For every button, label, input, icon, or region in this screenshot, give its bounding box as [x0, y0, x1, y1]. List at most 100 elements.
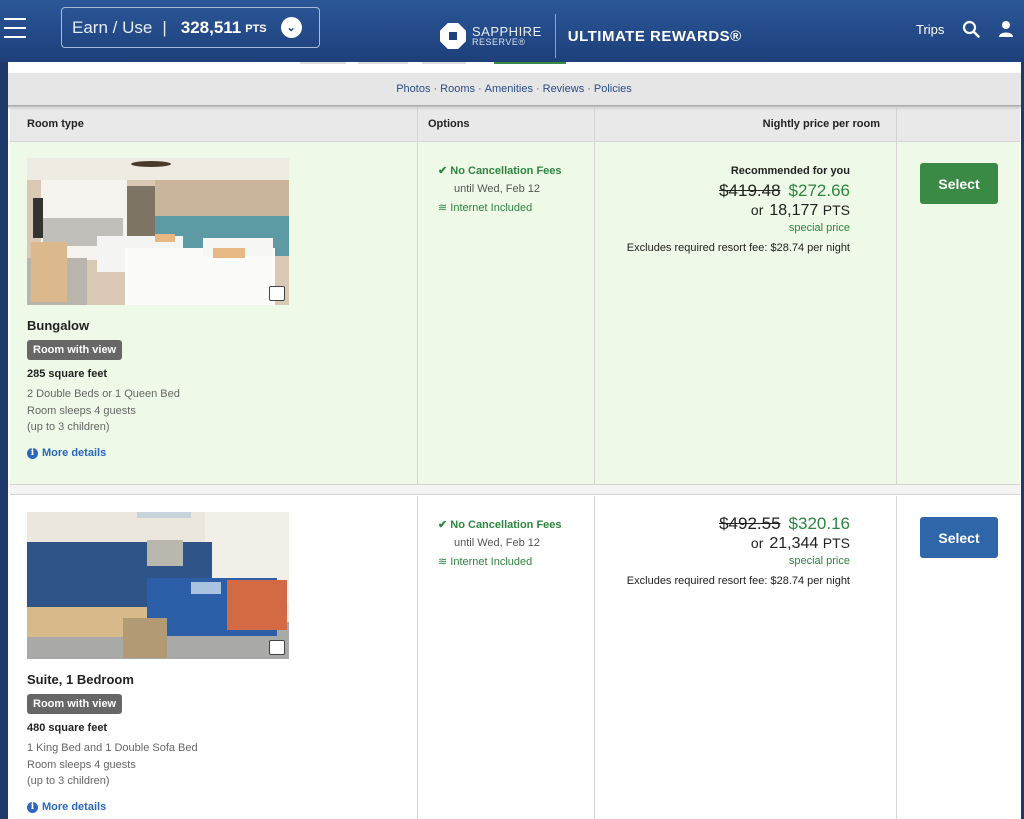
info-icon: i: [27, 447, 38, 459]
logo-divider: [554, 14, 556, 58]
subnav-photos[interactable]: Photos: [396, 83, 430, 95]
or-label: or: [750, 535, 764, 551]
select-button[interactable]: Select: [920, 163, 998, 204]
room-row: Suite, 1 Bedroom Room with view 480 squa…: [10, 496, 1020, 819]
room-description: 2 Double Beds or 1 Queen Bed Room sleeps…: [27, 386, 180, 436]
room-children: (up to 3 children): [27, 421, 110, 433]
separator: ·: [477, 83, 482, 95]
special-price-label: special price: [788, 555, 850, 567]
trips-link[interactable]: Trips: [916, 22, 944, 37]
separator: ·: [433, 83, 438, 95]
room-description: 1 King Bed and 1 Double Sofa Bed Room sl…: [27, 740, 198, 790]
menu-icon[interactable]: [4, 18, 26, 38]
cancellation-deadline: until Wed, Feb 12: [454, 537, 541, 549]
separator: ·: [535, 83, 540, 95]
room-children: (up to 3 children): [27, 775, 110, 787]
tab-remnant-active: [494, 62, 566, 64]
price-block: Recommended for you $419.48 $272.66 or 18,…: [550, 165, 850, 254]
more-details-label: More details: [42, 447, 107, 459]
room-name[interactable]: Suite, 1 Bedroom: [27, 672, 134, 687]
price-block: $492.55 $320.16 or 21,344 PTS special pric…: [550, 514, 850, 587]
checkmark-icon: ✔: [438, 519, 448, 531]
bedroom-image: [27, 158, 289, 305]
column-divider: [594, 108, 595, 141]
chase-octagon-logo: [440, 23, 466, 49]
header-options: Options: [428, 118, 470, 130]
room-size: 285 square feet: [27, 368, 108, 380]
no-cancellation-fees: ✔ No Cancellation Fees: [438, 164, 562, 177]
original-price: $419.48: [719, 181, 781, 200]
no-cancellation-label: No Cancellation Fees: [450, 519, 562, 531]
room-row: Bungalow Room with view 285 square feet …: [10, 142, 1020, 484]
subnav-rooms[interactable]: Rooms: [440, 83, 475, 95]
no-cancellation-fees: ✔ No Cancellation Fees: [438, 518, 562, 531]
no-cancellation-label: No Cancellation Fees: [450, 165, 562, 177]
info-icon: i: [27, 801, 38, 813]
resort-fee-note: Excludes required resort fee: $28.74 per…: [626, 575, 850, 587]
section-nav: Photos · Rooms · Amenities · Reviews · Policies: [8, 73, 1021, 105]
top-header: Earn / Use | 328,511 PTS ⌄ SAPPHIRE RESE…: [0, 0, 1024, 62]
discounted-price: $320.16: [788, 514, 850, 533]
header-nightly-price: Nightly price per room: [762, 118, 880, 130]
points-unit: PTS: [822, 535, 850, 551]
suite-image: [27, 512, 289, 659]
points-unit: PTS: [822, 202, 850, 218]
more-details-label: More details: [42, 801, 107, 813]
column-divider: [417, 496, 418, 819]
room-badge: Room with view: [27, 694, 123, 714]
separator: |: [162, 17, 167, 37]
internet-included: ≋ Internet Included: [438, 555, 562, 568]
program-name: ULTIMATE REWARDS®: [567, 27, 742, 45]
points-balance: 328,511: [180, 17, 242, 37]
discounted-price: $272.66: [788, 181, 850, 200]
room-sleeps: Room sleeps 4 guests: [27, 759, 136, 771]
cancellation-deadline: until Wed, Feb 12: [454, 183, 541, 195]
rooms-page: Photos · Rooms · Amenities · Reviews · Policies …: [8, 62, 1021, 819]
points-unit: PTS: [245, 23, 267, 35]
or-label: or: [750, 202, 764, 218]
more-details-link[interactable]: i More details: [27, 801, 106, 813]
chevron-down-icon[interactable]: ⌄: [280, 17, 302, 38]
earn-use-points-dropdown[interactable]: Earn / Use | 328,511 PTS ⌄: [61, 7, 320, 48]
room-beds: 2 Double Beds or 1 Queen Bed: [27, 388, 180, 400]
points-price: 21,344: [769, 535, 819, 552]
subnav-reviews[interactable]: Reviews: [543, 83, 585, 95]
column-divider: [896, 496, 897, 819]
select-button[interactable]: Select: [920, 517, 998, 558]
room-options: ✔ No Cancellation Fees until Wed, Feb 12…: [438, 164, 562, 214]
recommended-label: Recommended for you: [730, 165, 850, 177]
column-divider: [896, 108, 897, 141]
internet-label: Internet Included: [450, 202, 533, 214]
original-price: $492.55: [719, 514, 781, 533]
search-icon[interactable]: [962, 20, 980, 38]
column-divider: [417, 108, 418, 141]
internet-label: Internet Included: [450, 556, 533, 568]
points-price: 18,177: [769, 202, 819, 219]
tab-remnant: [422, 62, 466, 64]
room-photo[interactable]: [27, 512, 289, 659]
room-photo[interactable]: [27, 158, 289, 305]
room-name[interactable]: Bungalow: [27, 318, 89, 333]
header-room-type: Room type: [27, 118, 84, 130]
subnav-policies[interactable]: Policies: [594, 83, 632, 95]
more-details-link[interactable]: i More details: [27, 447, 106, 459]
table-header: Room type Options Nightly price per room: [10, 108, 1020, 142]
room-beds: 1 King Bed and 1 Double Sofa Bed: [27, 742, 198, 754]
gallery-icon[interactable]: [269, 286, 285, 301]
room-sleeps: Room sleeps 4 guests: [27, 405, 136, 417]
separator: ·: [587, 83, 591, 95]
brand-bottom-text: RESERVE®: [472, 37, 526, 47]
room-size: 480 square feet: [27, 722, 108, 734]
resort-fee-note: Excludes required resort fee: $28.74 per…: [626, 242, 850, 254]
row-separator: [10, 484, 1020, 495]
internet-included: ≋ Internet Included: [438, 201, 562, 214]
gallery-icon[interactable]: [269, 640, 285, 655]
subnav-amenities[interactable]: Amenities: [485, 83, 533, 95]
tab-remnant: [300, 62, 346, 64]
wifi-icon: ≋: [438, 556, 448, 568]
brand-logo[interactable]: SAPPHIRE RESERVE® ULTIMATE REWARDS®: [440, 14, 742, 58]
special-price-label: special price: [788, 222, 850, 234]
column-divider: [896, 142, 897, 484]
earn-use-label: Earn / Use: [72, 17, 153, 37]
user-icon[interactable]: [998, 20, 1014, 38]
